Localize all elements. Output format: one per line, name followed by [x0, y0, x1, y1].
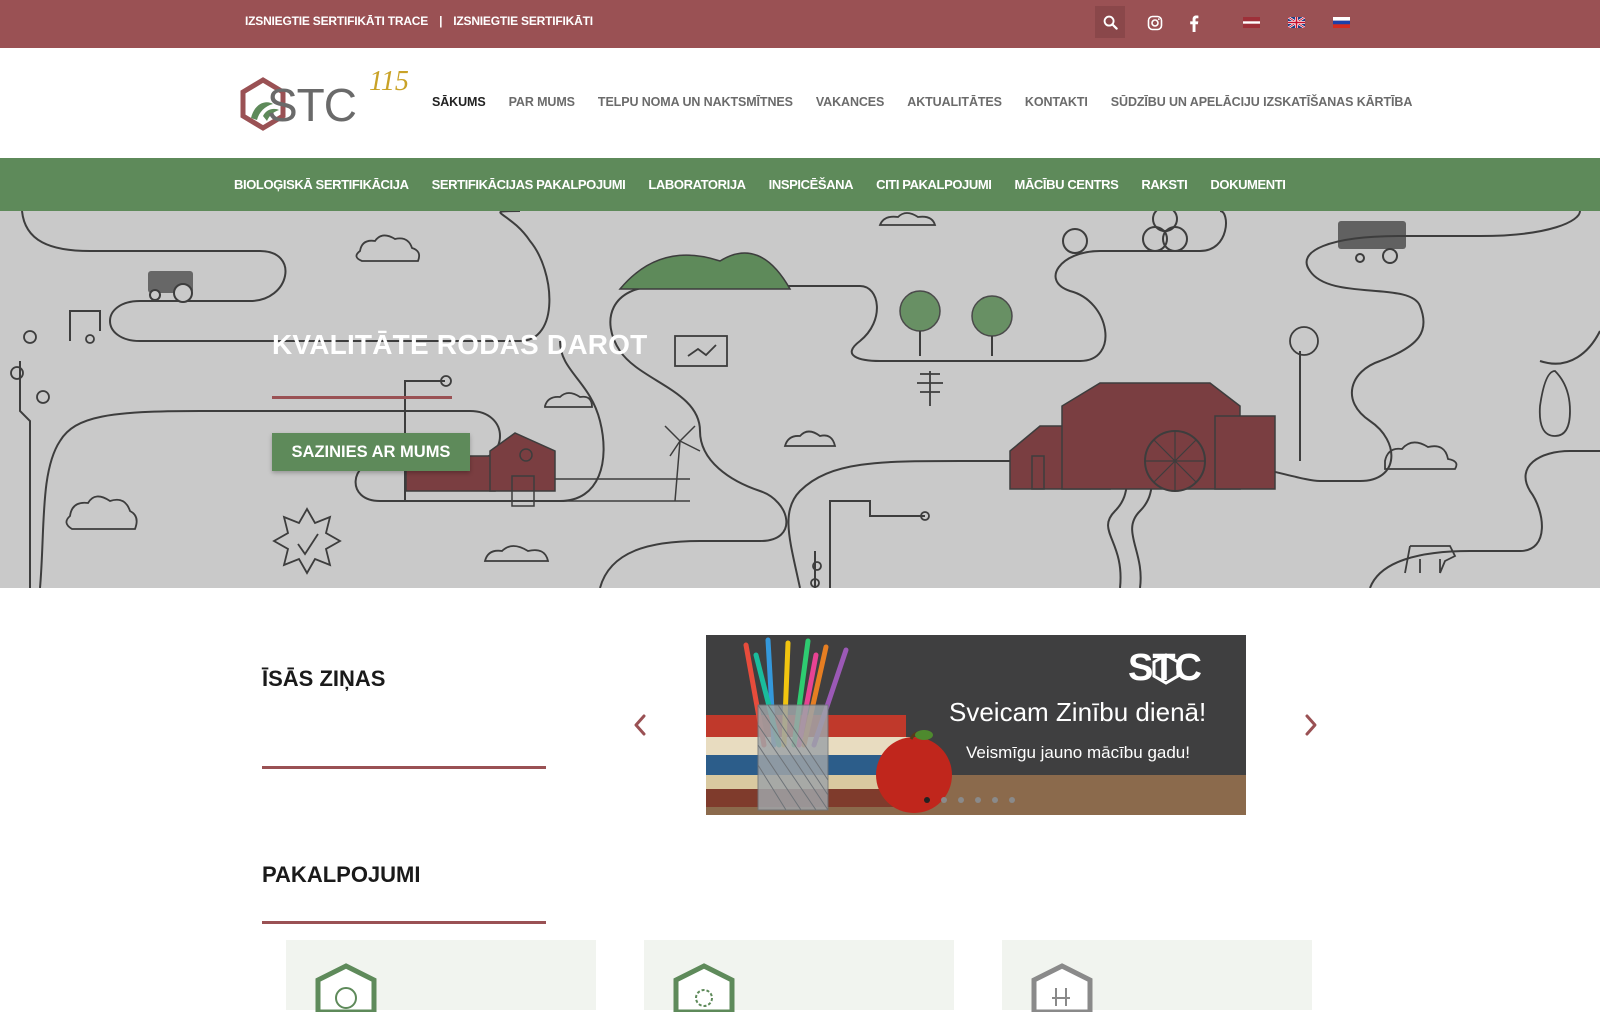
search-icon [1103, 15, 1118, 30]
facebook-link[interactable] [1183, 12, 1205, 34]
facebook-icon [1190, 15, 1199, 32]
logo-text: STC [267, 79, 357, 131]
russian-flag-icon [1333, 17, 1350, 28]
top-bar: IZSNIEGTIE SERTIFIKĀTI TRACE | IZSNIEGTI… [0, 0, 1600, 48]
hero-underline [272, 396, 452, 399]
news-section-title: ĪSĀS ZIŅAS [262, 666, 386, 691]
english-flag-icon [1288, 17, 1305, 28]
slider-dot[interactable] [958, 797, 964, 803]
slider-dot[interactable] [924, 797, 930, 803]
certificates-link[interactable]: IZSNIEGTIE SERTIFIKĀTI [453, 14, 593, 28]
nav-contacts[interactable]: KONTAKTI [1025, 95, 1088, 109]
certificates-trace-link[interactable]: IZSNIEGTIE SERTIFIKĀTI TRACE [245, 14, 428, 28]
slider-dot[interactable] [992, 797, 998, 803]
news-slide[interactable]: STC Sveicam Zinību dienā! Veismīgu jauno… [706, 635, 1246, 815]
chevron-left-icon [634, 714, 646, 736]
laboratory-icon [1031, 963, 1093, 1012]
latvian-flag-icon [1243, 17, 1260, 28]
nav-about[interactable]: PAR MUMS [509, 95, 575, 109]
slide-greeting: Sveicam Zinību dienā! [949, 697, 1207, 727]
nav-news[interactable]: AKTUALITĀTES [907, 95, 1002, 109]
slider-dot[interactable] [1009, 797, 1015, 803]
nav-home[interactable]: SĀKUMS [432, 95, 486, 109]
instagram-icon [1147, 15, 1163, 31]
slider-dots [924, 797, 1026, 803]
hero-title: KVALITĀTE RODAS DAROT [272, 329, 648, 360]
services-navigation: BIOLOĢISKĀ SERTIFIKĀCIJA SERTIFIKĀCIJAS … [0, 158, 1600, 211]
search-button[interactable] [1095, 6, 1125, 38]
link-separator: | [439, 14, 443, 28]
nav-articles[interactable]: RAKSTI [1141, 177, 1187, 192]
certification-services-icon [673, 963, 735, 1012]
nav-training-center[interactable]: MĀCĪBU CENTRS [1015, 177, 1119, 192]
slide-wish: Veismīgu jauno mācību gadu! [966, 743, 1190, 762]
barn-right [1009, 382, 1276, 492]
site-header: STC 115 SĀKUMS PAR MUMS TELPU NOMA UN NA… [0, 48, 1600, 158]
instagram-link[interactable] [1144, 12, 1166, 34]
main-navigation: SĀKUMS PAR MUMS TELPU NOMA UN NAKTSMĪTNE… [432, 95, 1435, 109]
services-title-underline [262, 921, 546, 924]
slider-dot[interactable] [941, 797, 947, 803]
services-section-title: PAKALPOJUMI [262, 862, 421, 887]
slider-prev-button[interactable] [628, 710, 652, 740]
nav-organic-certification[interactable]: BIOLOĢISKĀ SERTIFIKĀCIJA [234, 177, 409, 192]
stc-logo[interactable]: STC 115 [233, 66, 413, 138]
nav-laboratory[interactable]: LABORATORIJA [648, 177, 746, 192]
certificate-links: IZSNIEGTIE SERTIFIKĀTI TRACE | IZSNIEGTI… [245, 14, 593, 28]
nav-complaints[interactable]: SŪDZĪBU UN APELĀCIJU IZSKATĪŠANAS KĀRTĪB… [1111, 95, 1413, 109]
chevron-right-icon [1305, 714, 1317, 736]
nav-rooms-rental[interactable]: TELPU NOMA UN NAKTSMĪTNES [598, 95, 793, 109]
news-title-underline [262, 766, 546, 769]
organic-certification-icon [315, 963, 377, 1012]
nav-inspection[interactable]: INSPICĒŠANA [769, 177, 854, 192]
nav-documents[interactable]: DOKUMENTI [1210, 177, 1286, 192]
hills [618, 252, 792, 290]
farm-illustration [10, 211, 1600, 588]
nav-other-services[interactable]: CITI PAKALPOJUMI [876, 177, 992, 192]
slider-dot[interactable] [975, 797, 981, 803]
slider-next-button[interactable] [1299, 710, 1323, 740]
nav-vacancies[interactable]: VAKANCES [816, 95, 885, 109]
logo-anniversary-badge: 115 [369, 66, 409, 97]
nav-certification-services[interactable]: SERTIFIKĀCIJAS PAKALPOJUMI [432, 177, 626, 192]
contact-us-button[interactable]: SAZINIES AR MUMS [272, 433, 470, 471]
hero-banner: KVALITĀTE RODAS DAROT SAZINIES AR MUMS [0, 211, 1600, 588]
slide-brand: STC [1128, 647, 1202, 689]
